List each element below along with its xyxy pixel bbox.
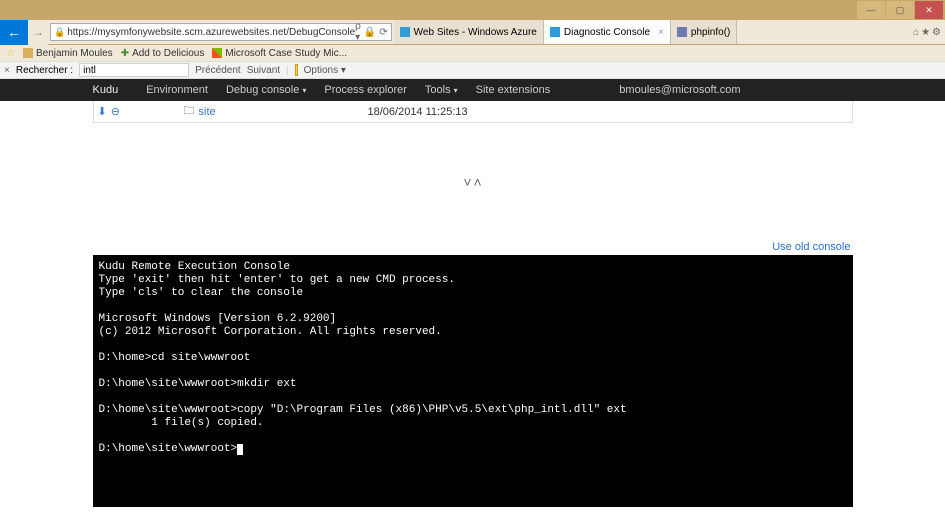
tab-label: Diagnostic Console (564, 27, 650, 38)
ssl-icon: 🔒 (364, 27, 376, 38)
tab-label: Web Sites - Windows Azure (414, 27, 537, 38)
lock-icon: 🔒 (54, 27, 65, 38)
window-titlebar: — ▢ ✕ (0, 0, 945, 20)
url-actions: ρ ▾ 🔒 ⟳ (355, 21, 388, 43)
search-dropdown-icon[interactable]: ρ ▾ (355, 21, 361, 43)
page-content: Kudu Environment Debug console▾ Process … (0, 79, 945, 512)
delete-icon[interactable]: ⊖ (111, 105, 120, 118)
debug-console[interactable]: Kudu Remote Execution Console Type 'exit… (93, 255, 853, 507)
chevron-down-icon: ˅ (463, 174, 471, 190)
bookmark-label: Microsoft Case Study Mic... (225, 48, 347, 59)
forward-button[interactable]: → (28, 20, 48, 45)
nav-site-extensions[interactable]: Site extensions (476, 84, 551, 96)
browser-tabs: Web Sites - Windows Azure Diagnostic Con… (394, 20, 909, 44)
tab-azure[interactable]: Web Sites - Windows Azure (394, 20, 544, 44)
find-close-button[interactable]: × (4, 65, 10, 76)
browser-system-icons: ⌂ ★ ⚙ (909, 27, 945, 38)
old-console-link-wrap: Use old console (93, 241, 853, 255)
cursor-icon (237, 444, 243, 455)
tab-phpinfo[interactable]: phpinfo() (671, 20, 737, 44)
tab-label: phpinfo() (691, 27, 730, 38)
favicon-kudu-icon (550, 27, 560, 37)
bookmark-favicon-icon (23, 48, 33, 58)
bookmark-delicious[interactable]: ✚ Add to Delicious (121, 48, 205, 59)
nav-process-explorer[interactable]: Process explorer (324, 84, 407, 96)
settings-icon[interactable]: ⚙ (932, 27, 941, 38)
find-prev-button[interactable]: Précédent (195, 65, 241, 76)
favorites-star-icon[interactable]: ☆ (6, 48, 15, 59)
window-close-button[interactable]: ✕ (915, 1, 943, 19)
back-button[interactable]: ← (0, 20, 28, 45)
find-options-button[interactable]: Options ▾ (304, 65, 346, 76)
file-date: 18/06/2014 11:25:13 (364, 106, 852, 118)
chevron-down-icon: ▾ (454, 86, 458, 95)
nav-debug-console[interactable]: Debug console▾ (226, 84, 306, 96)
kudu-navbar: Kudu Environment Debug console▾ Process … (0, 79, 945, 101)
find-bar: × Rechercher : Précédent Suivant | Optio… (0, 61, 945, 79)
bookmark-benjamin[interactable]: Benjamin Moules (23, 48, 113, 59)
bookmark-ms-case-study[interactable]: Microsoft Case Study Mic... (212, 48, 347, 59)
bookmarks-bar: ☆ Benjamin Moules ✚ Add to Delicious Mic… (0, 45, 945, 61)
find-next-button[interactable]: Suivant (247, 65, 280, 76)
file-row-site: ⬇ ⊖ 🗀 site 18/06/2014 11:25:13 (93, 101, 853, 123)
favicon-azure-icon (400, 27, 410, 37)
chevron-down-icon: ▾ (341, 65, 346, 76)
window-maximize-button[interactable]: ▢ (886, 1, 914, 19)
folder-link-site[interactable]: site (199, 106, 216, 118)
favicon-php-icon (677, 27, 687, 37)
favorites-icon[interactable]: ★ (921, 27, 930, 38)
bookmark-label: Benjamin Moules (36, 48, 113, 59)
download-icon[interactable]: ⬇ (98, 105, 107, 118)
find-label: Rechercher : (16, 65, 73, 76)
bookmark-label: Add to Delicious (132, 48, 204, 59)
user-email: bmoules@microsoft.com (619, 84, 740, 96)
browser-navbar: ← → 🔒 https://mysymfonywebsite.scm.azure… (0, 20, 945, 45)
splitter-handle[interactable]: ˅ ˄ (93, 123, 853, 241)
chevron-up-icon: ˄ (474, 174, 482, 190)
chevron-down-icon: ▾ (302, 86, 306, 95)
nav-environment[interactable]: Environment (146, 84, 208, 96)
find-input[interactable] (79, 63, 189, 77)
ms-favicon-icon (212, 48, 222, 58)
nav-tools[interactable]: Tools▾ (425, 84, 458, 96)
use-old-console-link[interactable]: Use old console (772, 241, 850, 253)
plus-icon: ✚ (121, 48, 129, 59)
home-icon[interactable]: ⌂ (913, 27, 919, 38)
console-output: Kudu Remote Execution Console Type 'exit… (99, 261, 627, 455)
address-bar[interactable]: 🔒 https://mysymfonywebsite.scm.azurewebs… (50, 23, 392, 41)
kudu-brand[interactable]: Kudu (93, 84, 119, 96)
highlight-icon (295, 64, 298, 76)
refresh-icon[interactable]: ⟳ (379, 27, 387, 38)
window-minimize-button[interactable]: — (857, 1, 885, 19)
url-text: https://mysymfonywebsite.scm.azurewebsit… (67, 27, 355, 38)
tab-diagnostic-console[interactable]: Diagnostic Console × (544, 20, 671, 44)
tab-close-icon[interactable]: × (658, 27, 664, 38)
folder-icon: 🗀 (184, 102, 195, 121)
